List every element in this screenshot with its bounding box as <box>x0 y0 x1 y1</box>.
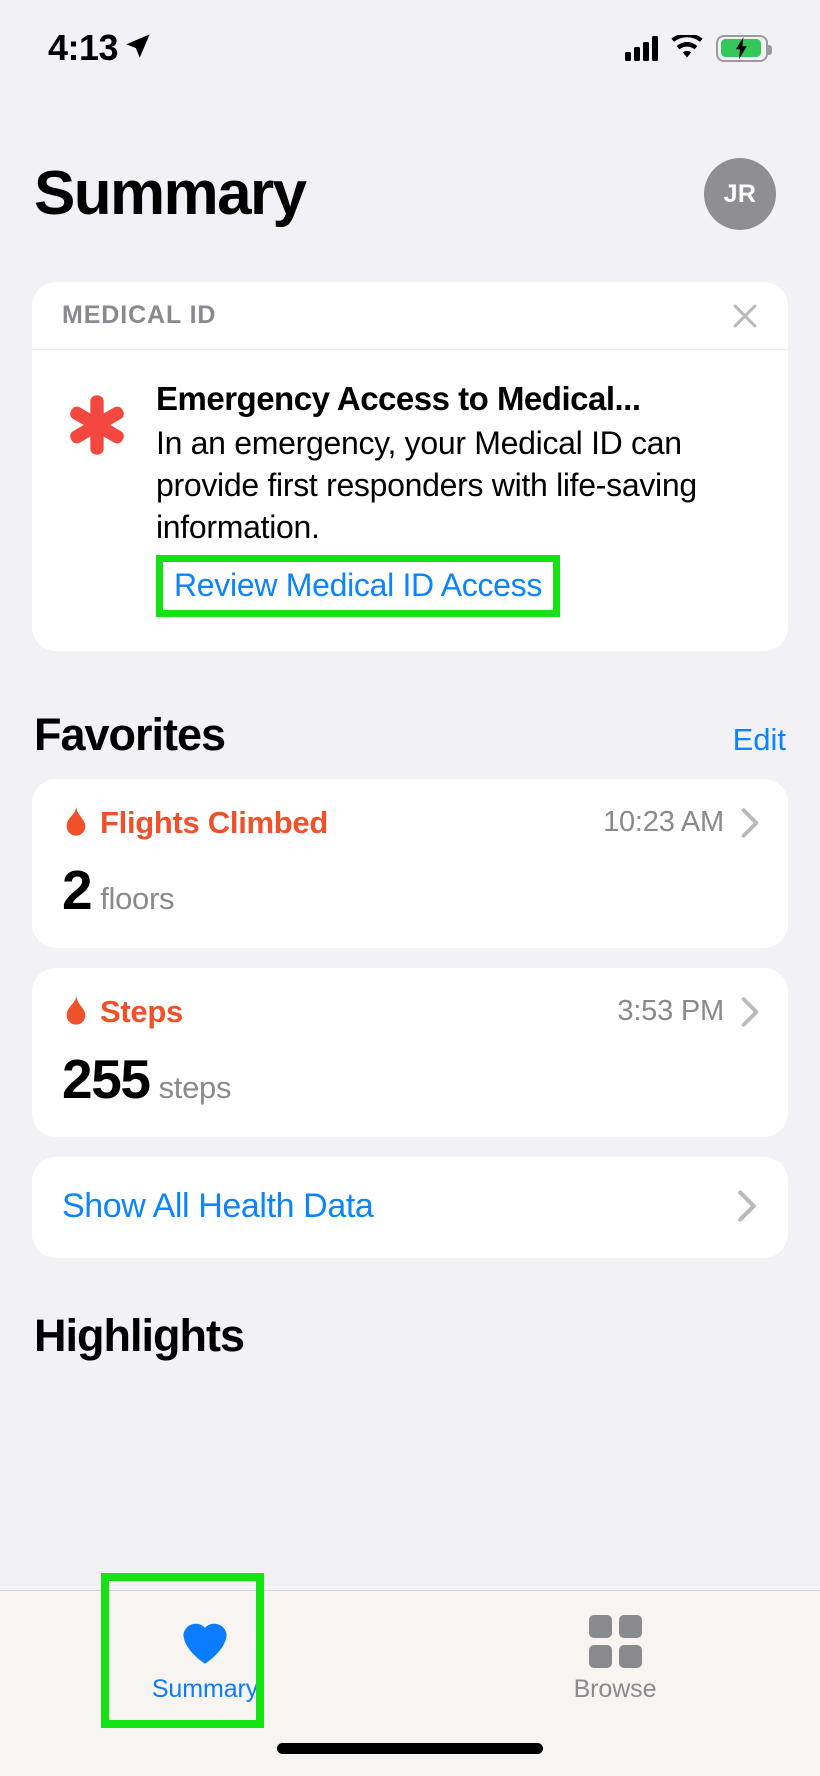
status-bar-left: 4:13 <box>48 27 152 69</box>
medical-star-icon <box>60 378 134 617</box>
medical-id-card: MEDICAL ID Emergency Access to Medical..… <box>32 282 788 651</box>
favorites-title: Favorites <box>34 708 226 760</box>
flame-icon <box>62 806 90 839</box>
flame-icon <box>62 995 90 1028</box>
metric-header: Steps 3:53 PM <box>62 994 760 1030</box>
show-all-health-data-button[interactable]: Show All Health Data <box>32 1156 788 1258</box>
metric-header: Flights Climbed 10:23 AM <box>62 805 760 841</box>
close-icon[interactable] <box>728 299 762 333</box>
status-bar: 4:13 <box>0 0 820 96</box>
metric-value: 2 <box>62 858 93 921</box>
chevron-right-icon <box>736 1189 758 1223</box>
battery-charging-icon <box>716 34 772 62</box>
metric-unit: steps <box>158 1069 232 1105</box>
avatar[interactable]: JR <box>704 158 776 230</box>
medical-id-section-label: MEDICAL ID <box>62 301 217 329</box>
medical-id-title: Emergency Access to Medical... <box>156 380 641 417</box>
metric-value-row: 2 floors <box>62 858 760 921</box>
medical-id-card-body: Emergency Access to Medical... In an eme… <box>32 350 788 651</box>
metric-unit: floors <box>100 880 175 916</box>
chevron-right-icon <box>740 807 760 839</box>
metric-meta: 3:53 PM <box>617 995 760 1028</box>
metric-timestamp: 3:53 PM <box>617 995 724 1028</box>
status-bar-right <box>625 33 772 62</box>
chevron-right-icon <box>740 996 760 1028</box>
metric-title: Steps <box>62 994 183 1030</box>
status-bar-clock: 4:13 <box>48 27 119 68</box>
wifi-icon <box>671 33 703 61</box>
metric-meta: 10:23 AM <box>603 806 760 839</box>
metric-name-label: Flights Climbed <box>100 804 329 840</box>
scroll-content: MEDICAL ID Emergency Access to Medical..… <box>0 282 820 1362</box>
location-arrow-icon <box>124 32 152 65</box>
review-medical-id-access-link[interactable]: Review Medical ID Access <box>174 565 542 605</box>
medical-id-description: In an emergency, your Medical ID can pro… <box>156 424 697 545</box>
home-indicator <box>277 1743 543 1754</box>
metric-value: 255 <box>62 1047 151 1110</box>
page-header: Summary JR <box>0 96 820 230</box>
tab-summary-label: Summary <box>151 1675 259 1703</box>
grid-icon <box>588 1613 642 1669</box>
medical-id-card-header: MEDICAL ID <box>32 282 788 350</box>
edit-favorites-button[interactable]: Edit <box>733 722 786 758</box>
favorite-card-flights-climbed[interactable]: Flights Climbed 10:23 AM 2 floors <box>32 778 788 948</box>
medical-id-text-block: Emergency Access to Medical... In an eme… <box>156 378 762 617</box>
highlights-title: Highlights <box>34 1309 245 1361</box>
tab-browse-label: Browse <box>573 1675 657 1703</box>
show-all-health-data-label: Show All Health Data <box>62 1186 374 1225</box>
heart-icon <box>177 1613 233 1669</box>
cellular-signal-icon <box>625 35 658 61</box>
metric-name-label: Steps <box>100 993 183 1029</box>
avatar-initials: JR <box>723 179 757 208</box>
tab-bar: Summary Browse <box>0 1573 820 1776</box>
favorite-card-steps[interactable]: Steps 3:53 PM 255 steps <box>32 967 788 1137</box>
favorites-section-header: Favorites Edit <box>34 709 786 761</box>
metric-value-row: 255 steps <box>62 1047 760 1110</box>
page-title: Summary <box>34 159 307 228</box>
metric-title: Flights Climbed <box>62 805 328 841</box>
metric-timestamp: 10:23 AM <box>603 806 724 839</box>
review-medical-id-highlight: Review Medical ID Access <box>156 554 561 617</box>
